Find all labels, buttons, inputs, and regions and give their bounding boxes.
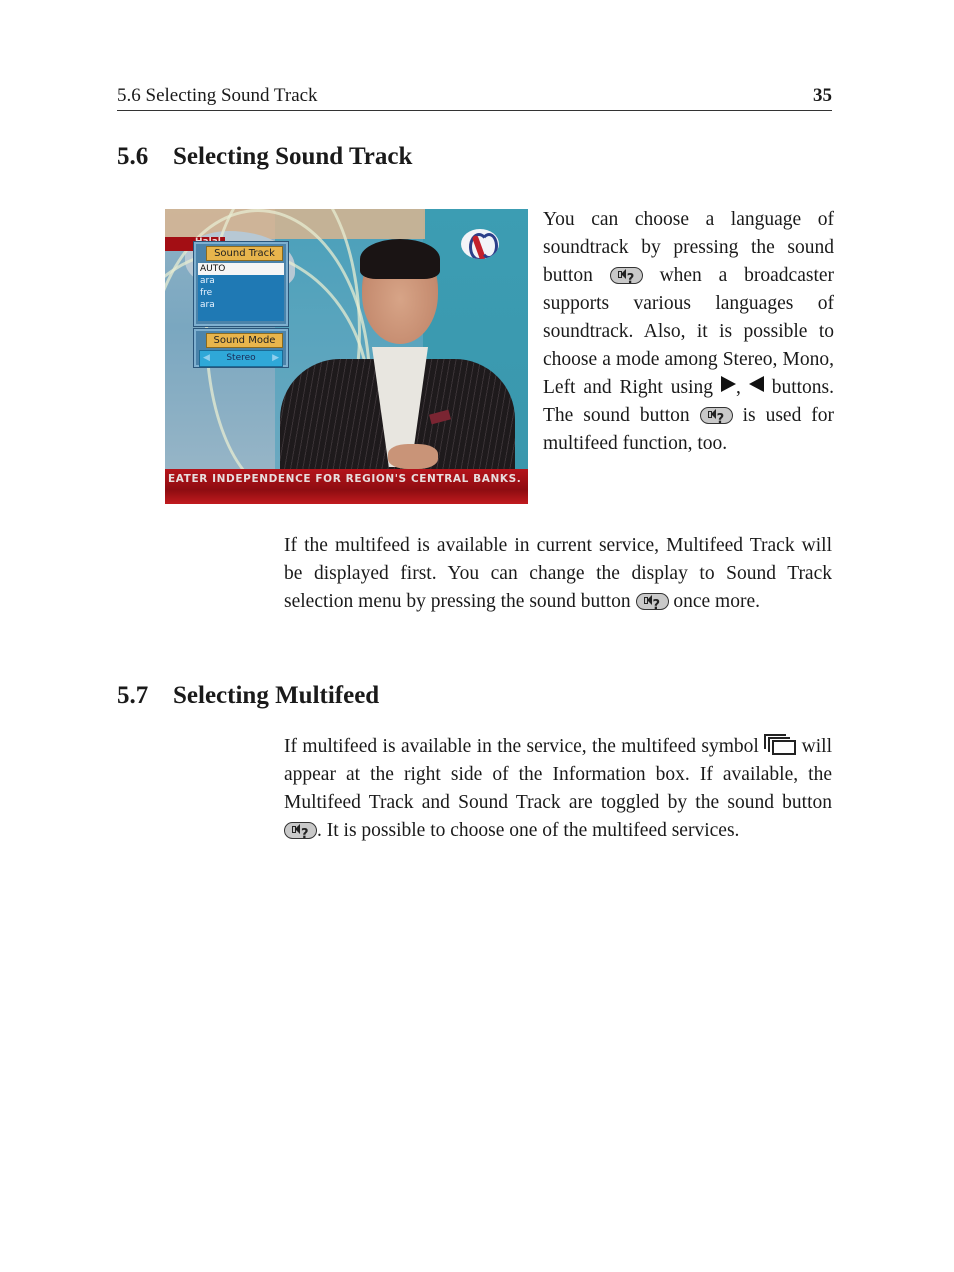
section-title: Selecting Multifeed — [173, 682, 380, 709]
running-head: 5.6 Selecting Sound Track 35 — [117, 84, 832, 111]
sound-button-icon: ? — [284, 822, 317, 842]
sound-mode-value: Stereo — [226, 353, 256, 363]
text-run: , — [735, 377, 741, 398]
sound-track-list: AUTO ara fre ara — [198, 263, 284, 321]
track-option[interactable]: ara — [198, 275, 284, 287]
tv-screenshot: Halal Sound Track AUTO ara fre ara Sound… — [165, 209, 528, 504]
sound-button-icon: ? — [699, 407, 733, 427]
news-anchor — [280, 239, 520, 479]
sound-mode-selector[interactable]: ◀ Stereo ▶ — [199, 350, 283, 367]
section-heading-5-7: 5.7 Selecting Multifeed — [117, 682, 379, 710]
text-run: once more. — [673, 591, 761, 612]
news-ticker: EATER INDEPENDENCE FOR REGION'S CENTRAL … — [165, 469, 528, 504]
left-triangle-icon — [748, 376, 764, 392]
running-title: 5.6 Selecting Sound Track — [117, 85, 318, 106]
section-number: 5.6 — [117, 143, 149, 170]
sound-button-icon: ? — [635, 593, 669, 613]
sound-button-icon: ? — [609, 267, 643, 287]
sound-mode-title: Sound Mode — [206, 333, 283, 348]
multifeed-paragraph: If multifeed is available in the service… — [284, 733, 832, 845]
section-title: Selecting Sound Track — [173, 143, 413, 170]
sound-track-description: You can choose a language of soundtrack … — [543, 206, 834, 458]
multifeed-symbol-icon — [764, 734, 797, 756]
text-run: If multifeed is available in the service… — [284, 736, 759, 757]
track-option[interactable]: ara — [198, 299, 284, 311]
track-option[interactable]: AUTO — [198, 263, 284, 275]
sound-mode-menu: Sound Mode ◀ Stereo ▶ — [194, 329, 288, 367]
right-triangle-icon — [720, 376, 736, 392]
text-run: . It is possible to choose one of the mu… — [317, 820, 740, 841]
sound-track-menu: Sound Track AUTO ara fre ara — [194, 242, 288, 326]
ticker-text: EATER INDEPENDENCE FOR REGION'S CENTRAL … — [168, 473, 522, 485]
right-arrow-icon[interactable]: ▶ — [272, 351, 279, 366]
track-option[interactable]: fre — [198, 287, 284, 299]
left-arrow-icon[interactable]: ◀ — [203, 351, 210, 366]
page-number: 35 — [813, 85, 832, 106]
sound-track-title: Sound Track — [206, 246, 283, 261]
section-number: 5.7 — [117, 682, 149, 709]
multifeed-track-paragraph: If the multifeed is available in current… — [284, 532, 832, 616]
section-heading-5-6: 5.6 Selecting Sound Track — [117, 143, 412, 171]
